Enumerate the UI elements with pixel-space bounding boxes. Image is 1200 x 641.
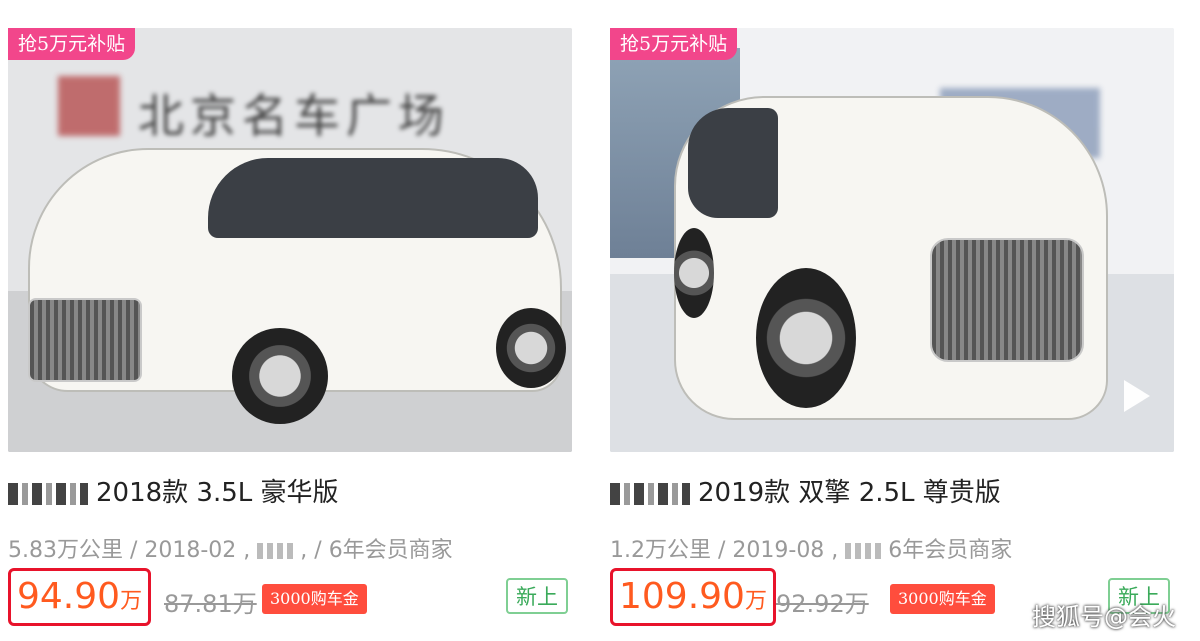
car-grille [28, 298, 142, 382]
price-highlight: 94.90万 [8, 568, 152, 626]
original-price: 92.92万 [776, 590, 869, 618]
play-icon[interactable] [1124, 380, 1150, 412]
original-price: 87.81万 [164, 590, 257, 618]
car-wheel-rear [674, 228, 714, 318]
redacted-location [257, 543, 294, 559]
meta-member: , / 6年会员商家 [300, 538, 453, 563]
car-grille [930, 238, 1084, 362]
price-unit: 万 [120, 589, 143, 614]
subsidy-tag: 3000购车金 [890, 584, 995, 614]
car-photo-2[interactable] [610, 28, 1174, 452]
new-listing-tag: 新上 [506, 578, 568, 614]
meta-member: 6年会员商家 [888, 538, 1013, 563]
car-windows [208, 158, 538, 238]
store-sign-text: 北京名车广场 [138, 89, 450, 143]
redacted-brand [8, 482, 88, 505]
subsidy-tag: 3000购车金 [262, 584, 367, 614]
price-unit: 万 [744, 589, 767, 614]
redacted-brand [610, 482, 690, 505]
listing-card-2[interactable]: 抢5万元补贴 2019款 双擎 2.5L 尊贵版 1.2万公里 / 2019-0… [610, 0, 1176, 641]
price-value: 94.90 [17, 576, 121, 617]
listing-meta: 1.2万公里 / 2019-08 , 6年会员商家 [610, 532, 1012, 564]
price-value: 109.90 [619, 576, 745, 617]
listing-title-text: 2019款 双擎 2.5L 尊贵版 [698, 478, 1001, 508]
listing-meta: 5.83万公里 / 2018-02 , , / 6年会员商家 [8, 532, 453, 564]
subsidy-badge: 抢5万元补贴 [8, 28, 136, 60]
price-highlight: 109.90万 [610, 568, 776, 626]
listing-title[interactable]: 2018款 3.5L 豪华版 [8, 472, 339, 509]
watermark: 搜狐号@会火 [1032, 603, 1176, 631]
listing-title[interactable]: 2019款 双擎 2.5L 尊贵版 [610, 472, 1001, 509]
car-wheel-rear [496, 308, 566, 388]
listing-title-text: 2018款 3.5L 豪华版 [96, 478, 339, 508]
listing-card-1[interactable]: 北京名车广场 抢5万元补贴 2018款 3.5L 豪华版 5.83万公里 / 2… [8, 0, 574, 641]
car-wheel-front [756, 268, 856, 408]
car-photo-1[interactable]: 北京名车广场 [8, 28, 572, 452]
meta-mileage-date: 1.2万公里 / 2019-08 , [610, 538, 839, 563]
car-wheel-front [232, 328, 328, 424]
car-windows [688, 108, 778, 218]
meta-mileage-date: 5.83万公里 / 2018-02 , [8, 538, 251, 563]
store-sign: 北京名车广场 [58, 76, 498, 143]
redacted-location [845, 543, 882, 559]
subsidy-badge: 抢5万元补贴 [610, 28, 738, 60]
